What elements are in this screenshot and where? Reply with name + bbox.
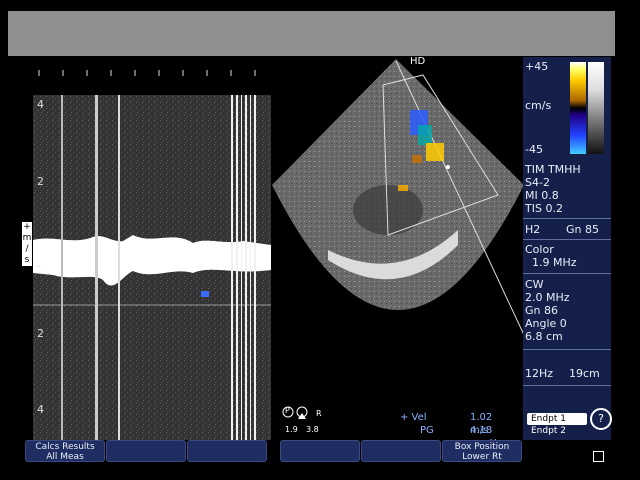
endpoint-selector[interactable]: Endpt 1 Endpt 2 bbox=[527, 411, 587, 439]
square-icon[interactable] bbox=[593, 451, 604, 462]
color-scale-top: +45 bbox=[525, 60, 549, 73]
depth-value: 6.8 cm bbox=[525, 330, 563, 343]
all-meas-label: All Meas bbox=[46, 452, 84, 462]
time-scale-ticks bbox=[38, 70, 256, 76]
calcs-results-button[interactable]: Calcs Results All Meas bbox=[25, 440, 105, 462]
divider bbox=[523, 273, 611, 274]
endpt1-option[interactable]: Endpt 1 bbox=[527, 413, 587, 425]
endpt2-option[interactable]: Endpt 2 bbox=[527, 425, 587, 437]
calcs-results-label: Calcs Results bbox=[35, 442, 95, 452]
cw-label: CW bbox=[525, 278, 544, 291]
measurement-readout: + Vel 1.02 m/s PG 4.18 mmHg bbox=[400, 411, 503, 449]
harmonic-label: H2 bbox=[525, 223, 541, 236]
color-velocity-bar bbox=[570, 62, 586, 154]
y-tick-label: 4 bbox=[37, 98, 44, 111]
help-icon[interactable]: ? bbox=[590, 408, 612, 430]
probe-right-value: 3.8 bbox=[306, 425, 319, 434]
probe-p: P bbox=[285, 406, 290, 415]
probe-orientation-indicator: P R 1.9 3.8 bbox=[282, 405, 322, 434]
divider bbox=[523, 349, 611, 350]
y-tick-label: - bbox=[37, 259, 41, 272]
softkey-3[interactable] bbox=[187, 440, 267, 462]
color-scale-unit: cm/s bbox=[525, 99, 552, 112]
cw-gain: Gn 86 bbox=[525, 304, 558, 317]
velocity-unit-label: + m / s bbox=[22, 222, 32, 266]
grayscale-bar bbox=[588, 62, 604, 154]
vel-label: + Vel bbox=[400, 412, 427, 423]
divider bbox=[523, 385, 611, 386]
settings-line1: TIM TMHH bbox=[525, 163, 581, 176]
box-position-button[interactable]: Box Position Lower Rt bbox=[442, 440, 522, 462]
softkey-4[interactable] bbox=[280, 440, 360, 462]
scan-depth: 19cm bbox=[569, 367, 600, 380]
color-frequency: 1.9 MHz bbox=[532, 256, 577, 269]
doppler-trace bbox=[33, 95, 271, 440]
unit-char: + bbox=[23, 222, 31, 232]
unit-char: / bbox=[25, 244, 29, 254]
lower-rt-label: Lower Rt bbox=[462, 452, 502, 462]
hd-mode-label: HD bbox=[410, 56, 426, 67]
probe-left-value: 1.9 bbox=[285, 425, 298, 434]
unit-char: s bbox=[24, 255, 30, 265]
probe-name: S4-2 bbox=[525, 176, 550, 189]
gain-label: Gn 85 bbox=[566, 223, 599, 236]
divider bbox=[523, 218, 611, 219]
softkey-5[interactable] bbox=[361, 440, 441, 462]
box-position-label: Box Position bbox=[454, 442, 510, 452]
y-tick-label: 2 bbox=[37, 327, 44, 340]
y-tick-label: 2 bbox=[37, 175, 44, 188]
redacted-header-bar bbox=[8, 11, 615, 56]
angle-value: Angle 0 bbox=[525, 317, 567, 330]
frame-rate: 12Hz bbox=[525, 367, 554, 380]
tis-value: TIS 0.2 bbox=[525, 202, 563, 215]
color-label: Color bbox=[525, 243, 554, 256]
sector-image bbox=[268, 55, 530, 395]
y-tick-label: 4 bbox=[37, 403, 44, 416]
cw-frequency: 2.0 MHz bbox=[525, 291, 570, 304]
softkey-2[interactable] bbox=[106, 440, 186, 462]
color-scale-bottom: -45 bbox=[525, 143, 543, 156]
spectral-doppler-panel: 4 2 - 2 4 bbox=[33, 95, 271, 440]
probe-r: R bbox=[316, 409, 322, 418]
pg-label: PG bbox=[420, 425, 434, 436]
unit-char: m bbox=[22, 233, 32, 243]
mi-value: MI 0.8 bbox=[525, 189, 559, 202]
divider bbox=[523, 239, 611, 240]
